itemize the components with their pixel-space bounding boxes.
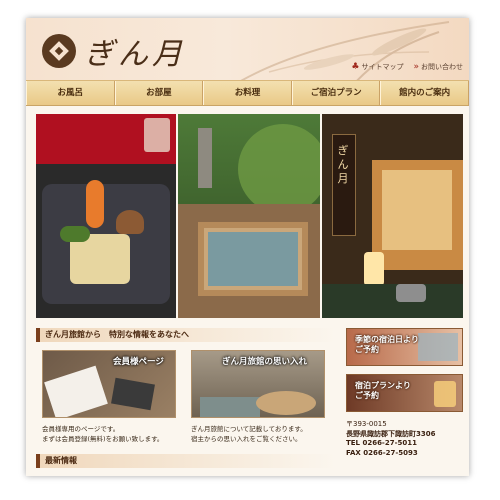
phone-number: TEL 0266-27-5011 (346, 439, 417, 447)
plan-booking-banner[interactable]: 宿泊プランより ご予約 (346, 374, 463, 412)
philosophy-text-line1: ぎん月旅館について記載しております。 (191, 425, 307, 433)
sitemap-label: サイトマップ (361, 63, 404, 71)
address-location: 長野県諏訪郡下諏訪町3306 (346, 429, 436, 438)
nav-item-rooms[interactable]: お部屋 (114, 81, 204, 105)
fax-number: FAX 0266-27-5093 (346, 448, 418, 457)
philosophy-card-text: ぎん月旅館について記載しております。 宿主からの思い入れをご覧ください。 (191, 424, 331, 444)
crest-icon (42, 34, 76, 68)
philosophy-badge: ぎん月旅館の思い入れ (222, 357, 308, 367)
sitemap-icon: ♣ (351, 62, 360, 72)
logo-text: ぎん月 (84, 37, 186, 72)
hero-image-entrance: ぎん月 (322, 114, 463, 318)
philosophy-banner[interactable]: ぎん月旅館の思い入れ (191, 350, 325, 418)
hero-image-bath (178, 114, 320, 318)
philosophy-text-line2: 宿主からの思い入れをご覧ください。 (191, 435, 302, 443)
section-heading-news: 最新情報 (36, 454, 336, 468)
seasonal-booking-banner[interactable]: 季節の宿泊日より ご予約 (346, 328, 463, 366)
seasonal-booking-text: 季節の宿泊日より ご予約 (355, 335, 419, 355)
site-header: ぎん月 ♣ サイトマップ » お問い合わせ (26, 18, 469, 80)
hero-gallery: ぎん月 (36, 114, 463, 318)
main-nav: お風呂 お部屋 お料理 ご宿泊プラン 館内のご案内 (26, 80, 469, 106)
plan-booking-line1: 宿泊プランより (355, 381, 411, 390)
member-text-line1: 会員様専用のページです。 (42, 425, 120, 433)
utility-links: ♣ サイトマップ » お問い合わせ (351, 62, 463, 72)
page-frame: ぎん月 ♣ サイトマップ » お問い合わせ お風呂 お部屋 お料理 ご宿泊プラン 館… (26, 18, 469, 476)
plan-booking-line2: ご予約 (355, 391, 379, 400)
member-badge: 会員様ページ (113, 357, 164, 367)
nav-item-cuisine[interactable]: お料理 (203, 81, 292, 105)
card-member[interactable]: 会員様ページ 会員様専用のページです。 まずは会員登録(無料)をお願い致します。 (42, 350, 182, 444)
nav-item-bath[interactable]: お風呂 (26, 81, 115, 105)
seasonal-booking-line2: ご予約 (355, 345, 379, 354)
hero-image-cuisine (36, 114, 176, 318)
nav-item-guide[interactable]: 館内のご案内 (380, 81, 469, 105)
postal-code: 〒393-0015 (346, 420, 387, 428)
section-heading-special: ぎん月旅館から 特別な情報をあなたへ (36, 328, 336, 342)
card-philosophy[interactable]: ぎん月旅館の思い入れ ぎん月旅館について記載しております。 宿主からの思い入れを… (191, 350, 331, 444)
member-text-line2: まずは会員登録(無料)をお願い致します。 (42, 435, 164, 443)
address-block: 〒393-0015 長野県諏訪郡下諏訪町3306 TEL 0266-27-501… (346, 420, 463, 468)
site-logo[interactable]: ぎん月 (42, 28, 212, 74)
member-page-banner[interactable]: 会員様ページ (42, 350, 176, 418)
entrance-sign-text: ぎん月 (337, 144, 349, 185)
arrow-icon: » (413, 62, 419, 72)
plan-booking-text: 宿泊プランより ご予約 (355, 381, 411, 401)
contact-link[interactable]: » お問い合わせ (413, 62, 463, 72)
nav-item-plans[interactable]: ご宿泊プラン (291, 81, 381, 105)
member-card-text: 会員様専用のページです。 まずは会員登録(無料)をお願い致します。 (42, 424, 182, 444)
seasonal-booking-line1: 季節の宿泊日より (355, 335, 419, 344)
sitemap-link[interactable]: ♣ サイトマップ (351, 62, 403, 72)
contact-label: お問い合わせ (421, 63, 463, 71)
